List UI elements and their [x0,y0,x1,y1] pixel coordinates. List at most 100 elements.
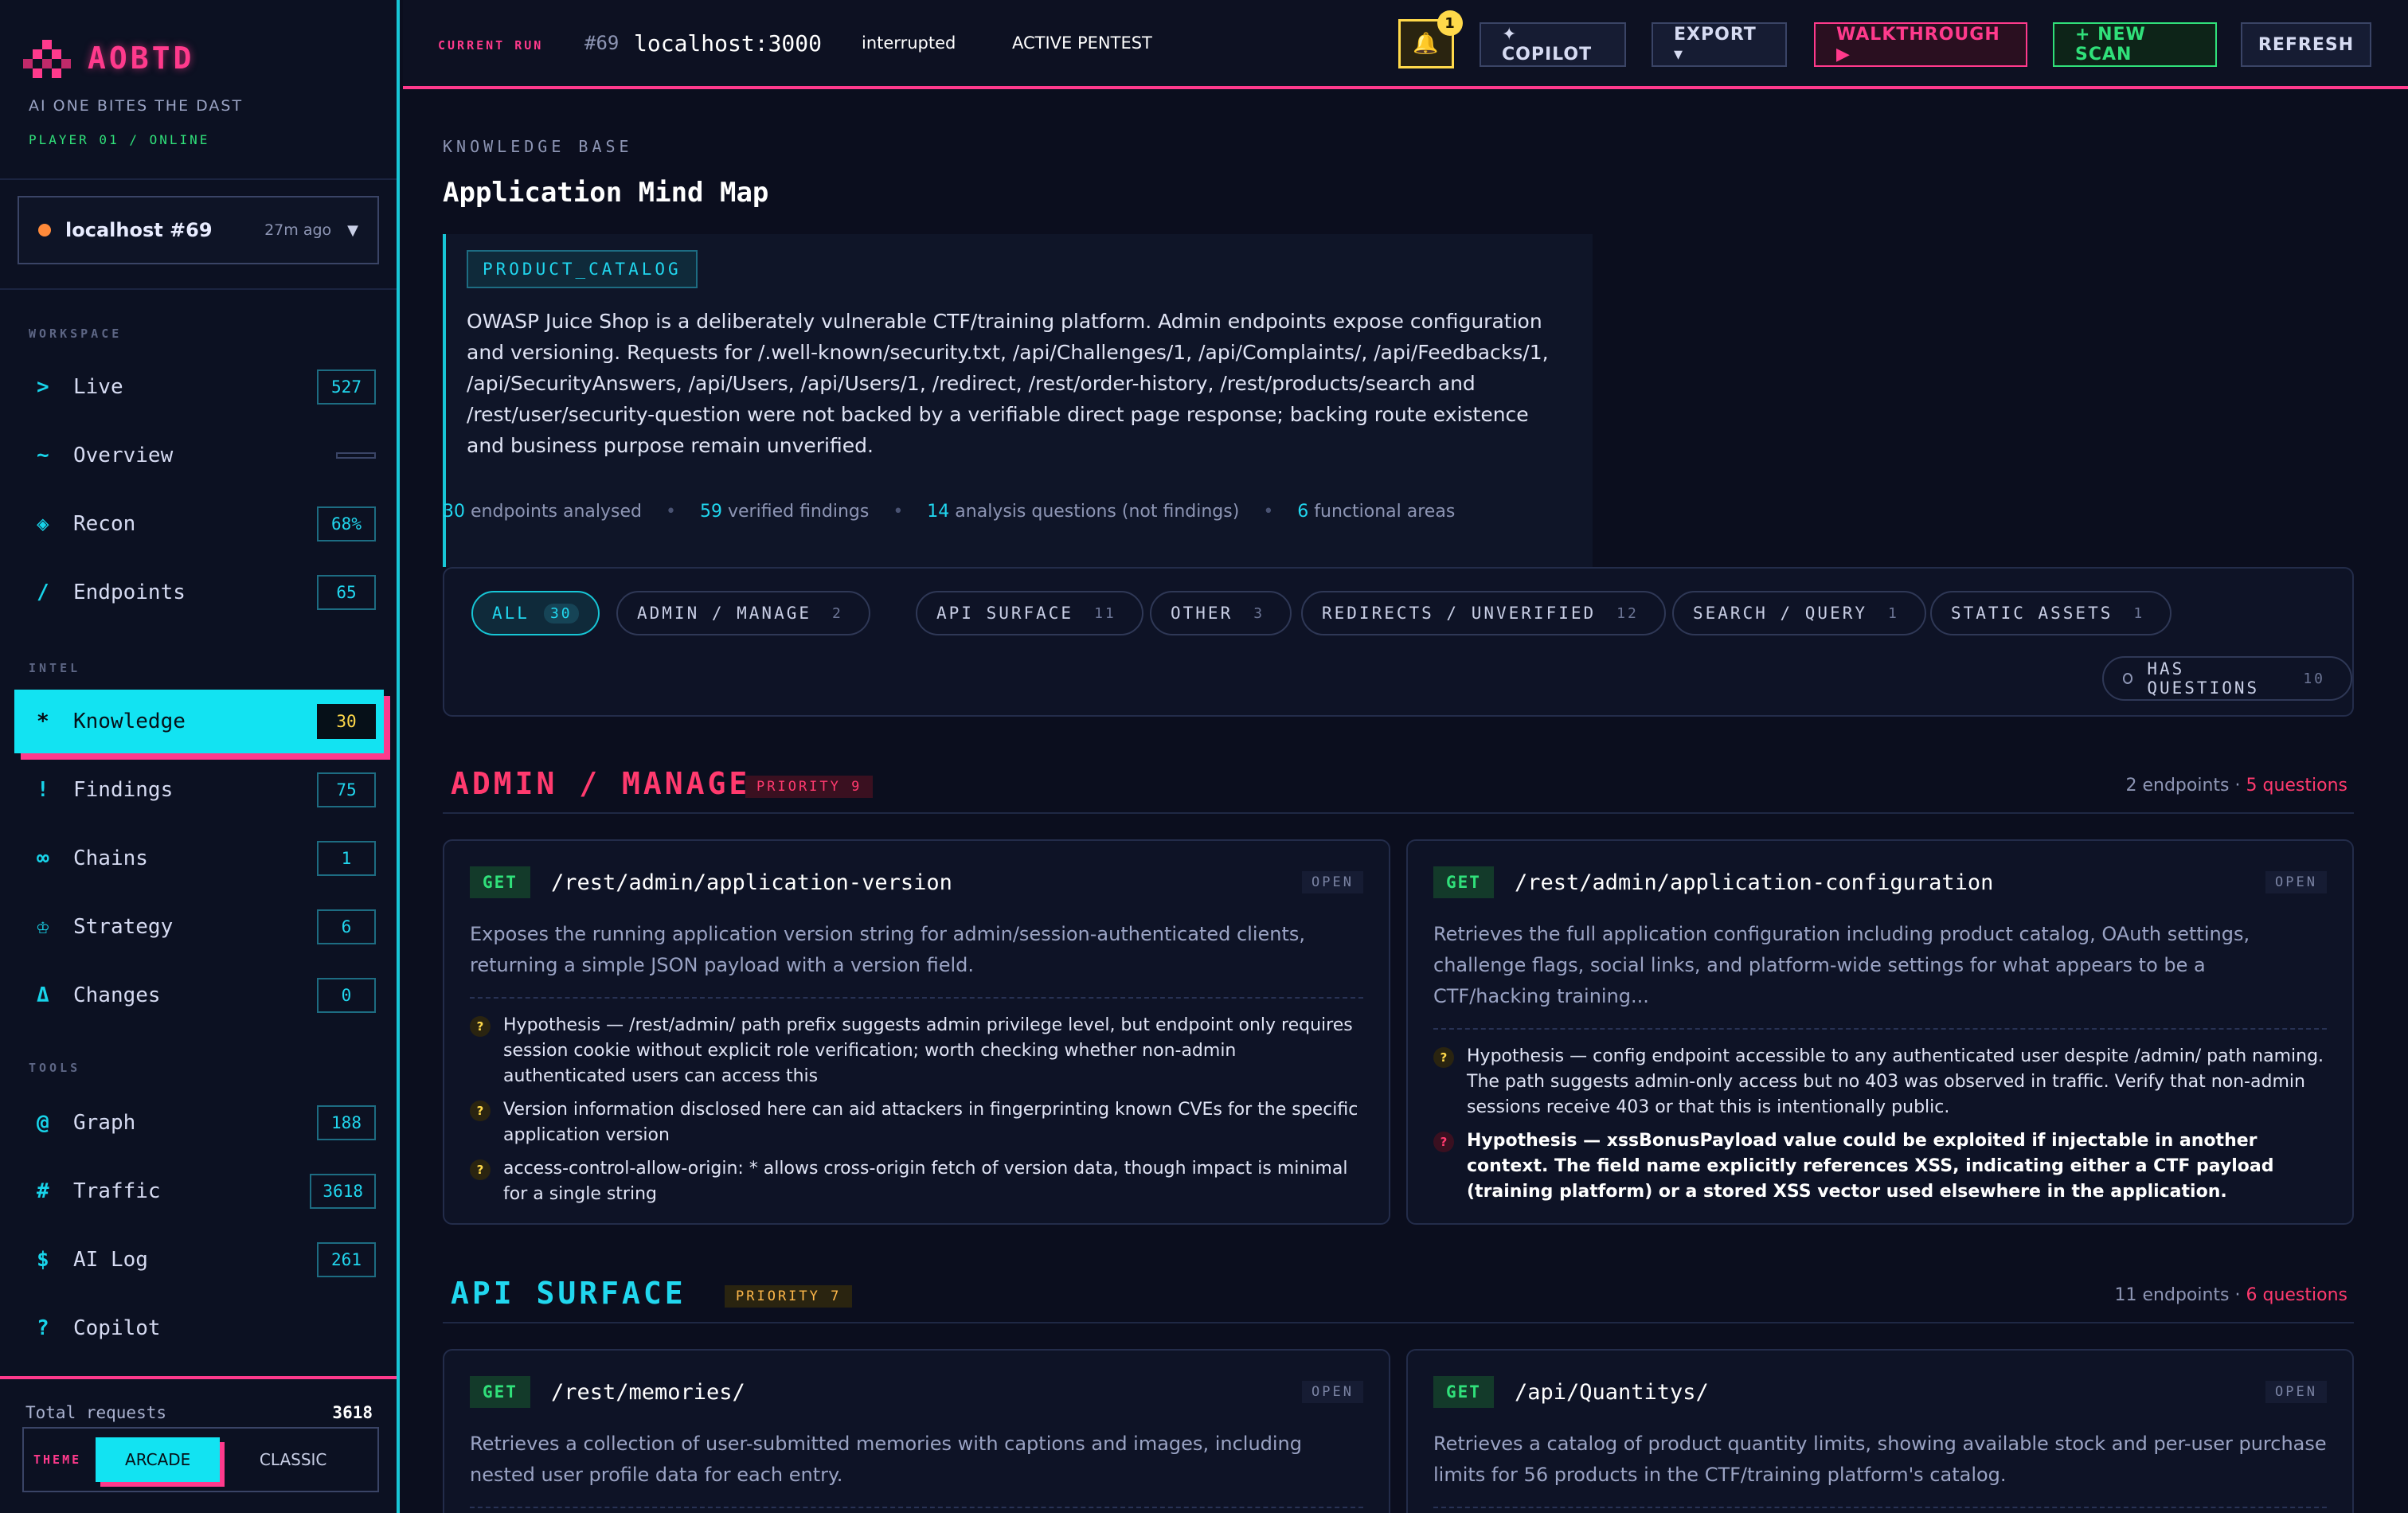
divider [0,288,397,290]
filter-chip-static-assets[interactable]: STATIC ASSETS 1 [1930,591,2172,635]
stat-label: functional areas [1314,502,1456,522]
sidebar-item-recon[interactable]: ◈ Recon 68% [14,492,384,556]
chip-label: STATIC ASSETS [1951,604,2113,623]
sidebar-item-live[interactable]: > Live 527 [14,355,384,419]
refresh-button[interactable]: REFRESH [2241,22,2371,67]
bell-icon: 🔔 [1413,32,1440,56]
summary-text: OWASP Juice Shop is a deliberately vulne… [467,310,1549,457]
endpoint-description: Retrieves a catalog of product quantity … [1433,1433,2327,1486]
hypothesis-item: ? Version information disclosed here can … [470,1097,1363,1148]
theme-classic-button[interactable]: CLASSIC [231,1437,355,1482]
sidebar-item-count: 65 [317,575,376,610]
filter-chip-all[interactable]: ALL 30 [471,591,600,635]
filter-chip-redirects-unverified[interactable]: REDIRECTS / UNVERIFIED 12 [1301,591,1666,635]
knowledge-icon: * [37,710,49,733]
sidebar-item-label: Endpoints [73,581,186,604]
endpoint-card[interactable]: GET/rest/memories/OPEN Retrieves a collec… [443,1349,1390,1513]
area-title: API SURFACE [451,1276,686,1311]
chains-icon: ∞ [37,846,49,870]
endpoint-card[interactable]: GET/rest/admin/application-version OPEN Ex… [443,839,1390,1225]
sidebar: AOBTD AI ONE BITES THE DAST PLAYER 01 / … [0,0,400,1513]
question-count: 5 questions [2246,776,2348,796]
run-mode: ACTIVE PENTEST [1012,33,1152,53]
endpoint-description: Exposes the running application version … [470,923,1306,976]
sidebar-item-count: 30 [317,704,376,739]
main-content: KNOWLEDGE BASE Application Mind Map PROD… [403,92,2408,1513]
filter-bar: HAS QUESTIONS 10 ALL 30 ADMIN / MANAGE 2 API… [443,567,2354,717]
logo-icon [23,40,71,78]
copilot-button[interactable]: ✦ COPILOT [1480,22,1626,67]
copilot-icon: ? [37,1316,49,1340]
hypothesis-item: ? access-control-allow-origin: * allows c… [470,1156,1363,1207]
current-run-label: CURRENT RUN [438,38,544,53]
divider [1433,1507,2327,1508]
sidebar-item-graph[interactable]: @ Graph 188 [14,1091,384,1155]
sidebar-item-label: Changes [73,983,161,1007]
chip-label: REDIRECTS / UNVERIFIED [1322,604,1597,623]
divider [1433,1028,2327,1030]
endpoint-count: 2 endpoints [2125,776,2230,796]
stat-item: 59 verified findings [700,502,869,522]
endpoint-card[interactable]: GET/api/Quantitys/OPEN Retrieves a catalo… [1406,1349,2354,1513]
target-selector[interactable]: localhost #69 27m ago ▼ [18,196,379,264]
filter-chip-other[interactable]: OTHER 3 [1150,591,1292,635]
question-icon: ? [470,1016,491,1037]
status-badge: OPEN [2265,1381,2327,1403]
run-number: #69 [584,32,620,54]
chip-label: ADMIN / MANAGE [637,604,812,623]
total-requests-value: 3618 [332,1403,373,1422]
sidebar-item-label: Knowledge [73,710,186,733]
notification-count: 1 [1437,10,1463,36]
sidebar-item-count: 261 [317,1242,376,1277]
summary-tag: PRODUCT_CATALOG [467,250,698,288]
run-host: localhost:3000 [634,30,823,57]
stat-separator: • [893,502,904,522]
filter-chip-api-surface[interactable]: API SURFACE 11 [916,591,1143,635]
question-icon: ? [1433,1132,1454,1152]
sidebar-item-chains[interactable]: ∞ Chains 1 [14,827,384,890]
sidebar-item-findings[interactable]: ! Findings 75 [14,758,384,822]
theme-arcade-button[interactable]: ARCADE [96,1437,221,1482]
sidebar-item-traffic[interactable]: # Traffic 3618 [14,1159,384,1223]
chip-count: 12 [1616,604,1639,622]
section-tools: TOOLS [29,1061,81,1075]
sidebar-item-strategy[interactable]: ♔ Strategy 6 [14,895,384,959]
divider [470,997,1363,999]
hypothesis-item: ? Hypothesis — xssBonusPayload value coul… [1433,1128,2327,1205]
sidebar-item-changes[interactable]: Δ Changes 0 [14,964,384,1027]
endpoint-description: Retrieves the full application configura… [1433,923,2250,1007]
new-scan-button[interactable]: + NEW SCAN [2053,22,2217,67]
has-questions-filter[interactable]: HAS QUESTIONS 10 [2102,656,2352,701]
export-button[interactable]: EXPORT ▾ [1652,22,1787,67]
sidebar-item-ai-log[interactable]: $ AI Log 261 [14,1228,384,1292]
chip-count: 11 [1094,604,1116,622]
hypothesis-text: Version information disclosed here can a… [503,1100,1358,1145]
endpoints-icon: / [37,581,49,604]
sidebar-item-indicator [336,452,376,459]
chip-count: 1 [2133,604,2145,622]
changes-icon: Δ [37,983,49,1007]
chip-count: 30 [543,603,579,624]
sidebar-item-overview[interactable]: ~ Overview [14,424,384,487]
card-header: GET/rest/memories/OPEN [470,1371,1363,1413]
sidebar-item-label: Traffic [73,1179,161,1203]
filter-chip-search-query[interactable]: SEARCH / QUERY 1 [1672,591,1926,635]
sidebar-item-knowledge[interactable]: * Knowledge 30 [14,690,384,753]
sidebar-item-copilot[interactable]: ? Copilot [14,1296,384,1360]
chip-label: ALL [492,604,530,623]
endpoint-path: /api/Quantitys/ [1514,1379,1709,1405]
sidebar-item-endpoints[interactable]: / Endpoints 65 [14,561,384,624]
circle-icon [2123,673,2133,684]
walkthrough-button[interactable]: WALKTHROUGH ▶ [1814,22,2027,67]
stat-separator: • [1263,502,1274,522]
chip-label: API SURFACE [936,604,1074,623]
area-header-admin-manage: ADMIN / MANAGE PRIORITY 9 2 endpoints · 5 … [443,766,2354,814]
filter-chip-admin-manage[interactable]: ADMIN / MANAGE 2 [616,591,870,635]
stat-number: 6 [1297,502,1309,522]
sidebar-item-label: Findings [73,778,174,802]
notifications-button[interactable]: 🔔 1 [1398,10,1463,68]
endpoint-card[interactable]: GET/rest/admin/application-configuration… [1406,839,2354,1225]
sidebar-item-count: 75 [317,772,376,807]
chip-count: 1 [1888,604,1899,622]
endpoint-description: Retrieves a collection of user-submitted… [470,1433,1302,1486]
